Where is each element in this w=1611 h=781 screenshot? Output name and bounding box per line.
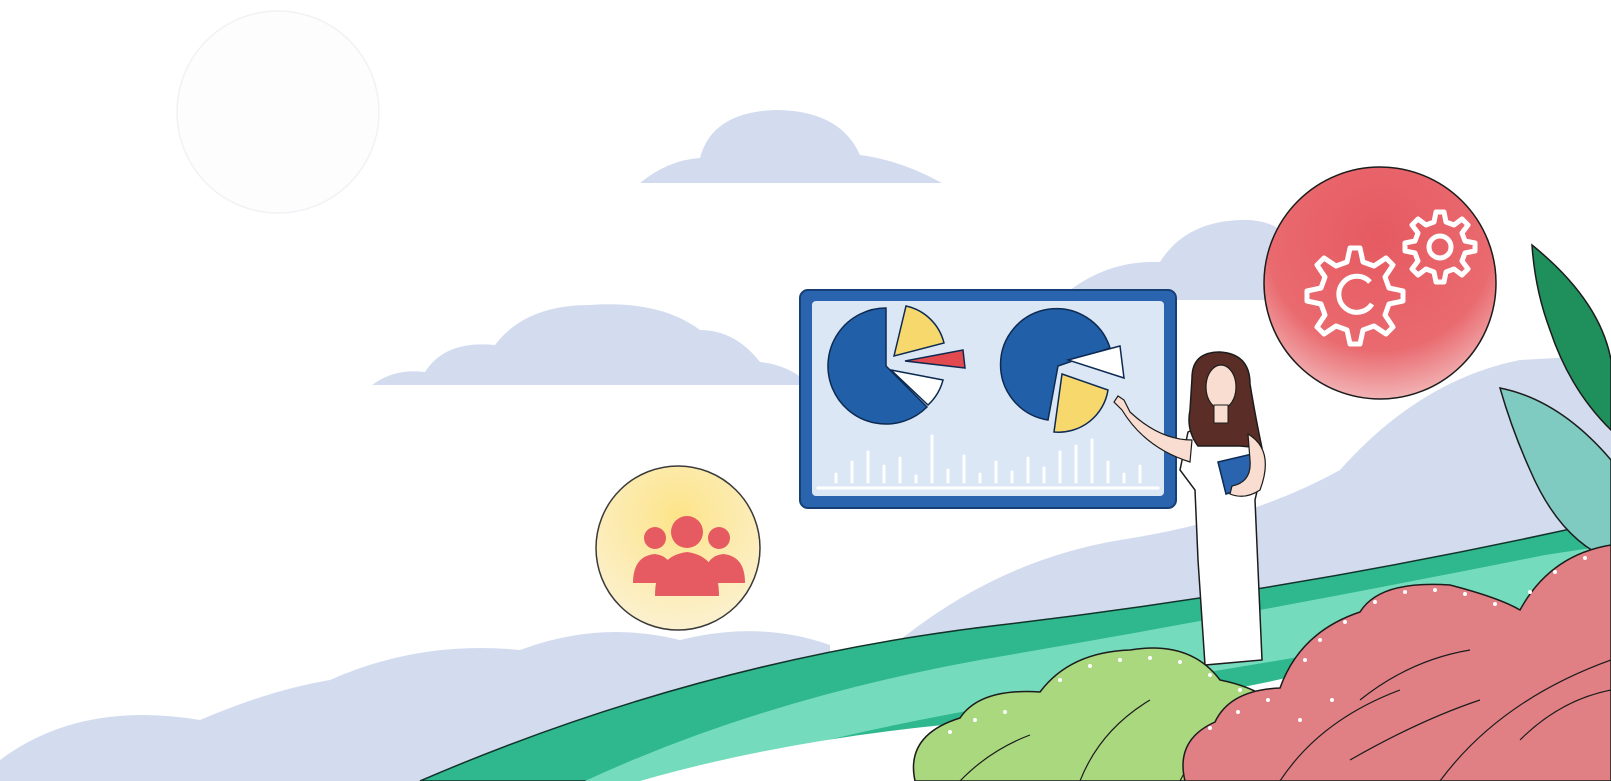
faint-sun	[176, 10, 380, 214]
gears-badge	[1263, 166, 1497, 400]
cloud-middle	[372, 304, 810, 385]
cloud-top	[640, 110, 942, 183]
scene-svg	[0, 10, 1611, 781]
illustration-scene	[0, 0, 1611, 781]
team-badge	[595, 465, 761, 631]
